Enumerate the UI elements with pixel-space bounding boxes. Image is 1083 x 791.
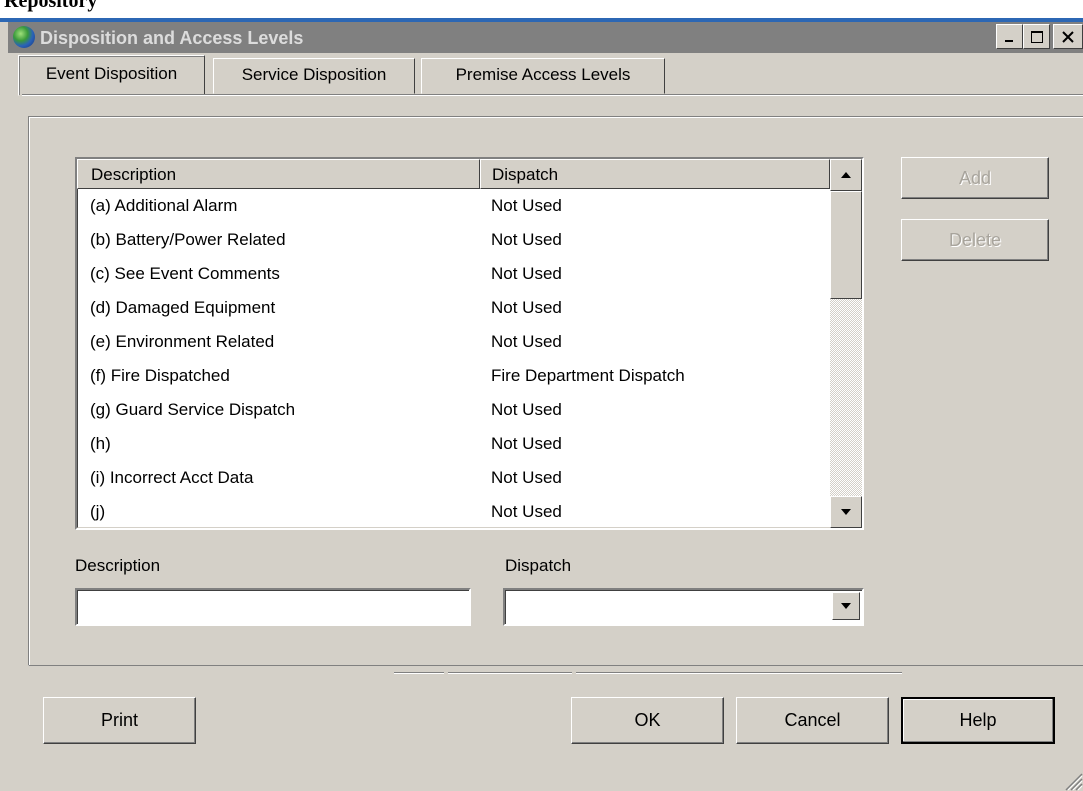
tab-event-disposition[interactable]: Event Disposition — [18, 55, 205, 96]
list-header: Description Dispatch — [77, 159, 830, 189]
row-description: (b) Battery/Power Related — [90, 230, 286, 249]
delete-button-label: Delete — [948, 229, 1002, 250]
row-description: (h) — [90, 434, 111, 453]
list-row[interactable]: (e) Environment Related Not Used — [77, 325, 830, 359]
description-input[interactable] — [75, 588, 471, 626]
dispatch-label: Dispatch — [505, 556, 572, 575]
list-row[interactable]: (i) Incorrect Acct Data Not Used — [77, 461, 830, 495]
row-description: (d) Damaged Equipment — [90, 298, 276, 317]
arrow-down-icon — [841, 509, 851, 515]
row-dispatch: Not Used — [491, 298, 562, 317]
add-button[interactable]: Add — [901, 157, 1049, 199]
row-dispatch: Not Used — [491, 468, 562, 487]
row-description: (j) — [90, 502, 106, 521]
help-button[interactable]: Help — [901, 697, 1055, 744]
help-button-label: Help — [959, 710, 997, 730]
ok-button-label: OK — [634, 710, 661, 730]
list-row[interactable]: (f) Fire Dispatched Fire Department Dispa… — [77, 359, 830, 393]
tab-premise-access-levels[interactable]: Premise Access Levels — [421, 58, 665, 94]
row-dispatch: Not Used — [491, 264, 562, 283]
row-description: (i) Incorrect Acct Data — [90, 468, 254, 487]
disposition-list[interactable]: Description Dispatch (a) Additional Alar… — [75, 157, 864, 530]
minimize-icon — [1004, 39, 1013, 42]
minimize-button[interactable] — [996, 24, 1023, 49]
row-description: (c) See Event Comments — [90, 264, 280, 283]
separator — [576, 672, 902, 674]
row-dispatch: Not Used — [491, 332, 562, 351]
list-row[interactable]: (b) Battery/Power Related Not Used — [77, 223, 830, 257]
separator — [394, 672, 444, 674]
list-row[interactable]: (g) Guard Service Dispatch Not Used — [77, 393, 830, 427]
row-dispatch: Not Used — [491, 400, 562, 419]
tab-label: Event Disposition — [45, 64, 178, 83]
add-button-label: Add — [958, 167, 992, 188]
list-row[interactable]: (a) Additional Alarm Not Used — [77, 189, 830, 223]
cancel-button[interactable]: Cancel — [736, 697, 889, 744]
tab-panel-border — [22, 94, 1083, 96]
arrow-up-icon — [841, 172, 851, 178]
maximize-button[interactable] — [1023, 24, 1050, 49]
window-titlebar[interactable]: Disposition and Access Levels — [8, 22, 1083, 53]
list-row[interactable]: (c) See Event Comments Not Used — [77, 257, 830, 291]
row-dispatch: Fire Department Dispatch — [491, 366, 685, 385]
row-description: (g) Guard Service Dispatch — [90, 400, 296, 419]
dispatch-select[interactable] — [503, 588, 864, 626]
print-button-label: Print — [100, 710, 138, 730]
list-row[interactable]: (j) Not Used — [77, 495, 830, 528]
resize-grip-icon[interactable] — [1061, 769, 1083, 791]
background-window-strip: Repository — [0, 0, 1083, 22]
background-window-title: Repository — [4, 0, 98, 12]
row-description: (f) Fire Dispatched — [90, 366, 230, 385]
delete-button[interactable]: Delete — [901, 219, 1049, 261]
ok-button[interactable]: OK — [571, 697, 724, 744]
row-dispatch: Not Used — [491, 434, 562, 453]
window-title: Disposition and Access Levels — [40, 28, 304, 48]
scroll-down-button[interactable] — [830, 496, 862, 528]
chevron-down-icon — [841, 603, 851, 609]
globe-icon — [13, 26, 35, 48]
description-label: Description — [75, 556, 161, 575]
dispatch-dropdown-button[interactable] — [832, 592, 860, 620]
list-row[interactable]: (d) Damaged Equipment Not Used — [77, 291, 830, 325]
tab-service-disposition[interactable]: Service Disposition — [213, 58, 415, 94]
maximize-icon — [1030, 30, 1043, 43]
close-icon — [1062, 30, 1074, 43]
cancel-button-label: Cancel — [784, 710, 841, 730]
list-row[interactable]: (h) Not Used — [77, 427, 830, 461]
row-description: (a) Additional Alarm — [90, 196, 238, 215]
column-header-dispatch[interactable]: Dispatch — [480, 159, 830, 189]
row-dispatch: Not Used — [491, 196, 562, 215]
column-header-description[interactable]: Description — [77, 159, 480, 189]
tab-label: Premise Access Levels — [455, 65, 631, 84]
tab-label: Service Disposition — [241, 65, 387, 84]
scroll-up-button[interactable] — [830, 159, 862, 191]
row-description: (e) Environment Related — [90, 332, 275, 351]
list-scrollbar[interactable] — [830, 159, 862, 528]
row-dispatch: Not Used — [491, 502, 562, 521]
print-button[interactable]: Print — [43, 697, 196, 744]
list-rows: (a) Additional Alarm Not Used (b) Battery/… — [77, 189, 830, 528]
separator — [448, 672, 572, 674]
scroll-thumb[interactable] — [830, 191, 862, 299]
close-button[interactable] — [1053, 24, 1083, 49]
row-dispatch: Not Used — [491, 230, 562, 249]
